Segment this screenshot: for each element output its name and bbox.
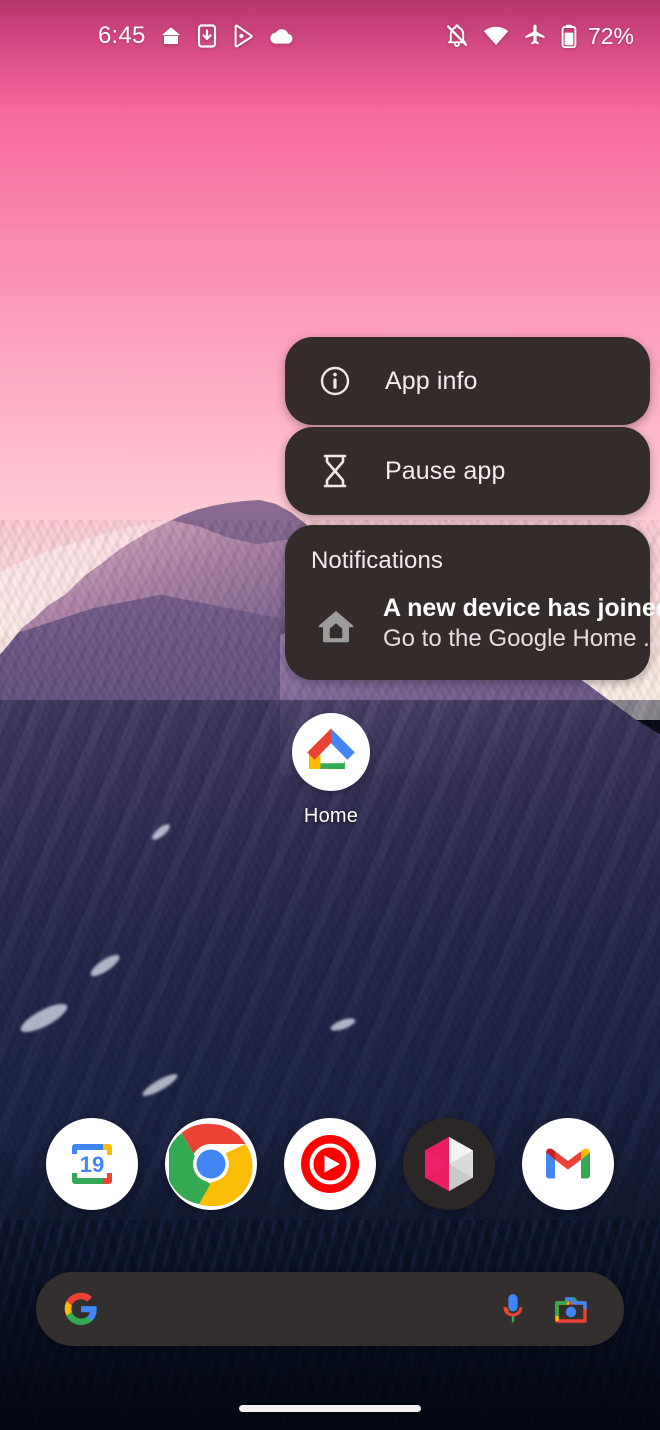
search-input[interactable] — [102, 1296, 484, 1322]
microphone-icon[interactable] — [484, 1291, 542, 1327]
menu-item-label: Pause app — [385, 456, 506, 485]
notification-body: Go to the Google Home ... — [383, 624, 660, 652]
svg-text:19: 19 — [80, 1152, 104, 1177]
app-long-press-popup: App info Pause app Notifications A new d… — [285, 337, 660, 681]
dock-item-gmail[interactable] — [522, 1118, 614, 1210]
google-lens-icon[interactable] — [542, 1292, 600, 1326]
status-bar-right: 72% — [445, 23, 634, 50]
hourglass-icon — [313, 453, 357, 489]
notifications-off-icon — [445, 24, 469, 48]
dock-item-calendar[interactable]: 19 — [46, 1118, 138, 1210]
google-home-icon — [292, 713, 370, 791]
dock: 19 — [0, 1118, 660, 1210]
play-store-icon — [231, 24, 255, 48]
status-bar-clock: 6:45 — [98, 22, 146, 49]
menu-item-label: App info — [385, 366, 478, 395]
cloud-icon — [268, 26, 294, 46]
dock-item-nova-launcher[interactable] — [403, 1118, 495, 1210]
dock-item-youtube-music[interactable] — [284, 1118, 376, 1210]
app-icon-home[interactable]: Home — [283, 713, 379, 828]
google-g-icon — [64, 1292, 102, 1326]
app-icon-label: Home — [303, 805, 359, 827]
dock-item-chrome[interactable] — [165, 1118, 257, 1210]
battery-percentage: 72% — [587, 22, 634, 49]
status-bar-left: 6:45 — [0, 22, 294, 50]
notifications-section: Notifications A new device has joined...… — [285, 525, 660, 681]
gmail-icon — [546, 1148, 590, 1179]
notifications-header: Notifications — [311, 547, 444, 574]
google-search-bar[interactable] — [36, 1272, 624, 1346]
menu-item-app-info[interactable]: App info — [285, 337, 650, 425]
youtube-music-icon — [290, 1124, 370, 1204]
notification-item[interactable]: A new device has joined... Go to the Goo… — [311, 593, 660, 654]
status-bar: 6:45 72% — [0, 0, 660, 72]
home-gesture-pill[interactable] — [239, 1405, 421, 1412]
battery-icon — [561, 24, 577, 48]
menu-item-pause-app[interactable]: Pause app — [285, 427, 650, 515]
google-home-outline-icon — [311, 593, 361, 649]
nova-launcher-icon — [425, 1137, 473, 1191]
info-circle-icon — [313, 363, 357, 399]
home-icon — [159, 24, 183, 48]
wifi-icon — [483, 26, 509, 46]
calendar-icon: 19 — [72, 1144, 112, 1184]
airplane-mode-icon — [523, 24, 547, 48]
notification-texts: A new device has joined... Go to the Goo… — [383, 593, 660, 654]
notification-title: A new device has joined... — [383, 594, 660, 622]
chrome-icon — [169, 1123, 253, 1206]
phone-download-icon — [196, 24, 218, 48]
